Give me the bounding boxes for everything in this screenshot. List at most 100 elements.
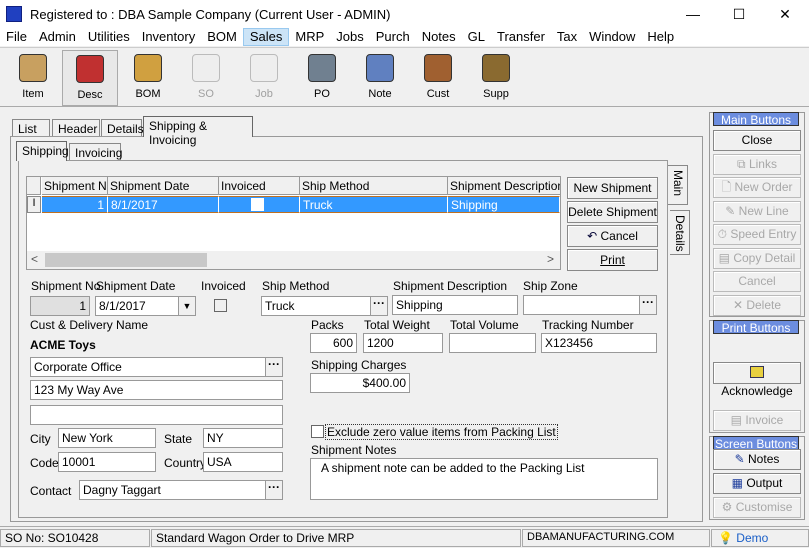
new-order-button[interactable]: 🗋 New Order	[713, 177, 801, 198]
total-volume-label: Total Volume	[450, 318, 519, 332]
total-weight-field[interactable]: 1200	[363, 333, 443, 353]
toolbar-so-button[interactable]: SO	[178, 50, 234, 106]
state-field[interactable]: NY	[203, 428, 283, 448]
menu-transfer[interactable]: Transfer	[491, 28, 551, 46]
toolbar-label: SO	[198, 88, 214, 100]
menu-jobs[interactable]: Jobs	[330, 28, 369, 46]
tab-list[interactable]: List	[12, 119, 50, 136]
speed-entry-button[interactable]: ⏱ Speed Entry	[713, 224, 801, 245]
maximize-button[interactable]: ☐	[716, 0, 762, 28]
total-volume-field[interactable]	[449, 333, 536, 353]
minimize-button[interactable]: —	[670, 0, 716, 28]
menu-gl[interactable]: GL	[462, 28, 491, 46]
shipment-description-field[interactable]: Shipping	[392, 295, 518, 315]
exclude-zero-label[interactable]: Exclude zero value items from Packing Li…	[325, 424, 558, 440]
menu-mrp[interactable]: MRP	[289, 28, 330, 46]
contact-field[interactable]: Dagny Taggart ···	[79, 480, 283, 500]
output-button[interactable]: ▦ Output	[713, 473, 801, 494]
address-name-field[interactable]: Corporate Office ···	[30, 357, 283, 377]
tracking-number-field[interactable]: X123456	[541, 333, 657, 353]
desc-icon	[76, 55, 104, 83]
packs-field[interactable]: 600	[310, 333, 357, 353]
ellipsis-icon[interactable]: ···	[265, 481, 282, 499]
tab-shipping-invoicing[interactable]: Shipping & Invoicing	[143, 116, 253, 147]
cell-invoiced	[219, 196, 300, 213]
menu-purch[interactable]: Purch	[370, 28, 416, 46]
copy-detail-button[interactable]: ▤ Copy Detail	[713, 247, 801, 269]
column-header-shipment-description[interactable]: Shipment Description	[448, 177, 561, 195]
city-field[interactable]: New York	[58, 428, 156, 448]
toolbar-item-button[interactable]: Item	[5, 50, 61, 106]
ship-zone-field[interactable]: ···	[523, 295, 657, 315]
toolbar-note-button[interactable]: Note	[352, 50, 408, 106]
address-line1-field[interactable]: 123 My Way Ave	[30, 380, 283, 400]
new-shipment-button[interactable]: New Shipment	[567, 177, 658, 199]
print-shipment-button[interactable]: Print	[567, 249, 658, 271]
menu-admin[interactable]: Admin	[33, 28, 82, 46]
cancel-shipment-button[interactable]: ↶ Cancel	[567, 225, 658, 247]
toolbar-bom-button[interactable]: BOM	[120, 50, 176, 106]
chevron-down-icon[interactable]: ▼	[178, 297, 195, 315]
menu-file[interactable]: File	[0, 28, 33, 46]
notes-button[interactable]: ✎ Notes	[713, 449, 801, 470]
tab-header[interactable]: Header	[52, 119, 100, 136]
ellipsis-icon[interactable]: ···	[639, 296, 656, 314]
screen-buttons-title: Screen Buttons	[713, 436, 799, 451]
address-name-value: Corporate Office	[34, 360, 122, 374]
tab-details[interactable]: Details	[101, 119, 144, 136]
delete-button[interactable]: ✕ Delete	[713, 294, 801, 316]
delete-shipment-button[interactable]: Delete Shipment	[567, 201, 658, 223]
country-field[interactable]: USA	[203, 452, 283, 472]
shipment-notes-field[interactable]: A shipment note can be added to the Pack…	[310, 458, 658, 500]
country-label: Country	[164, 456, 207, 470]
invoiced-checkbox[interactable]	[214, 299, 227, 312]
invoiced-checkbox[interactable]	[251, 198, 264, 211]
row-cursor-icon: I	[27, 196, 41, 213]
side-tab-details[interactable]: Details	[670, 210, 690, 255]
delete-label: Delete	[746, 297, 782, 312]
horizontal-scrollbar[interactable]: < >	[27, 251, 560, 269]
scroll-right-icon[interactable]: >	[547, 252, 554, 266]
menu-window[interactable]: Window	[583, 28, 641, 46]
acknowledge-button[interactable]: Acknowledge	[713, 362, 801, 398]
menu-bom[interactable]: BOM	[201, 28, 243, 46]
toolbar-job-button[interactable]: Job	[236, 50, 292, 106]
toolbar-desc-button[interactable]: Desc	[62, 50, 118, 106]
scroll-left-icon[interactable]: <	[31, 252, 38, 266]
menu-help[interactable]: Help	[641, 28, 680, 46]
column-header-shipment-date[interactable]: Shipment Date	[108, 177, 219, 195]
shipment-date-value: 8/1/2017	[99, 299, 146, 313]
column-header-shipment-no[interactable]: Shipment No	[42, 177, 108, 195]
screen-buttons-group: Screen Buttons ✎ Notes ▦ Output ⚙ Customis…	[709, 436, 805, 520]
subtab-invoicing[interactable]: Invoicing	[69, 143, 122, 160]
toolbar-cust-button[interactable]: Cust	[410, 50, 466, 106]
menu-sales[interactable]: Sales	[242, 28, 290, 46]
code-field[interactable]: 10001	[58, 452, 156, 472]
links-button[interactable]: ⧉ Links	[713, 153, 801, 175]
close-button[interactable]: Close	[713, 130, 801, 151]
exclude-zero-checkbox[interactable]	[311, 425, 324, 438]
ellipsis-icon[interactable]: ···	[265, 358, 282, 376]
customise-button[interactable]: ⚙ Customise	[713, 497, 801, 518]
menu-notes[interactable]: Notes	[416, 28, 462, 46]
ellipsis-icon[interactable]: ···	[370, 297, 387, 315]
title-bar: Registered to : DBA Sample Company (Curr…	[0, 0, 809, 28]
new-line-button[interactable]: ✎ New Line	[713, 200, 801, 222]
column-header-invoiced[interactable]: Invoiced	[219, 177, 300, 195]
subtab-shipping[interactable]: Shipping	[16, 141, 69, 161]
address-line2-field[interactable]	[30, 405, 283, 425]
toolbar-po-button[interactable]: PO	[294, 50, 350, 106]
menu-inventory[interactable]: Inventory	[136, 28, 201, 46]
invoice-button[interactable]: ▤ Invoice	[713, 410, 801, 431]
menu-utilities[interactable]: Utilities	[82, 28, 136, 46]
shipment-date-field[interactable]: 8/1/2017 ▼	[95, 296, 196, 316]
cancel-button[interactable]: Cancel	[713, 271, 801, 292]
column-header-ship-method[interactable]: Ship Method	[300, 177, 448, 195]
scrollbar-thumb[interactable]	[45, 253, 207, 267]
menu-tax[interactable]: Tax	[551, 28, 583, 46]
side-tab-main[interactable]: Main	[668, 165, 688, 205]
toolbar-supp-button[interactable]: Supp	[468, 50, 524, 106]
close-window-button[interactable]: ✕	[762, 0, 808, 28]
ship-method-field[interactable]: Truck ···	[261, 296, 388, 316]
shipping-charges-field[interactable]: $400.00	[310, 373, 410, 393]
